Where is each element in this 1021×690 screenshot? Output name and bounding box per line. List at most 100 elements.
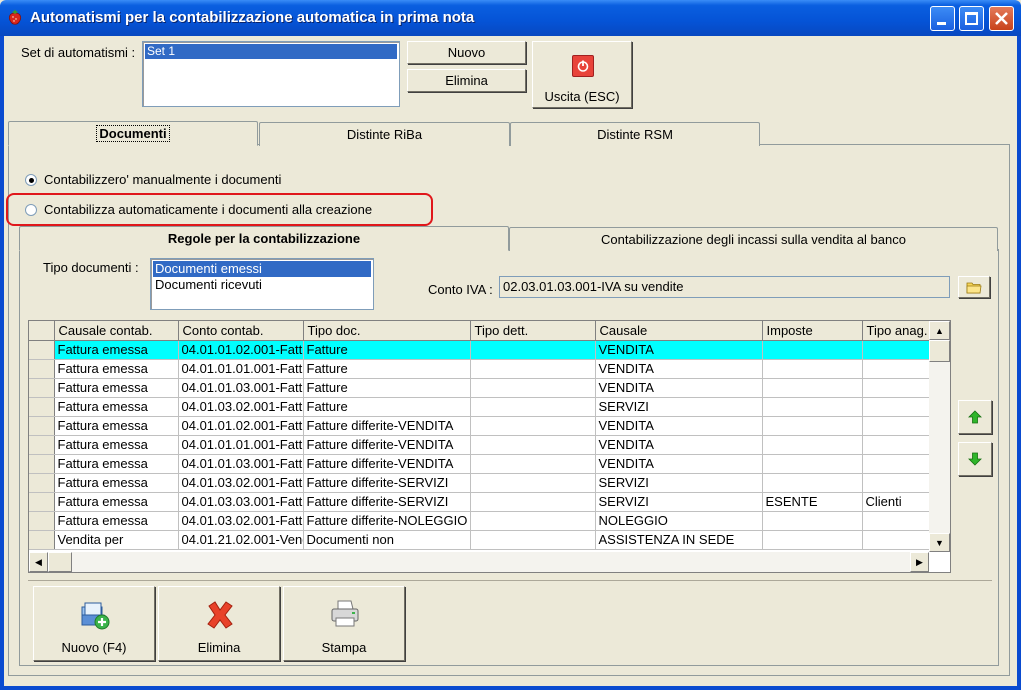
grid-header-cell[interactable]: Causale contab. [54, 321, 179, 341]
table-cell[interactable]: Fattura emessa [54, 397, 179, 417]
table-cell[interactable]: ASSISTENZA IN SEDE [595, 530, 763, 550]
table-cell[interactable]: NOLEGGIO [595, 511, 763, 531]
table-cell[interactable] [762, 416, 863, 436]
tab-distinte-riba[interactable]: Distinte RiBa [259, 122, 510, 146]
subtab-rules[interactable]: Regole per la contabilizzazione [19, 226, 509, 251]
table-cell[interactable]: 04.01.01.03.001-Fattu [178, 378, 304, 398]
table-cell[interactable] [762, 473, 863, 493]
tipo-item-ricevuti[interactable]: Documenti ricevuti [153, 277, 371, 293]
table-cell[interactable] [470, 492, 596, 512]
table-cell[interactable]: Fatture differite-SERVIZI [303, 492, 471, 512]
tab-documenti[interactable]: Documenti [8, 121, 258, 146]
table-cell[interactable] [862, 397, 930, 417]
table-cell[interactable]: 04.01.03.02.001-Fattu [178, 473, 304, 493]
scroll-left-arrow-icon[interactable]: ◀ [29, 552, 48, 572]
set-listbox[interactable]: Set 1 [142, 41, 400, 107]
maximize-button[interactable] [959, 6, 984, 31]
table-cell[interactable]: 04.01.03.03.001-Fattu [178, 492, 304, 512]
delete-rule-button[interactable]: Elimina [158, 586, 280, 661]
table-row[interactable]: Fattura emessa 04.01.03.02.001-Fattu Fattu… [29, 397, 930, 417]
row-indicator[interactable] [29, 378, 55, 398]
table-cell[interactable]: 04.01.01.02.001-Fattu [178, 416, 304, 436]
table-cell[interactable]: Fattura emessa [54, 359, 179, 379]
table-cell[interactable] [862, 473, 930, 493]
table-cell[interactable] [762, 511, 863, 531]
row-indicator[interactable] [29, 454, 55, 474]
row-indicator[interactable] [29, 511, 55, 531]
table-cell[interactable]: 04.01.01.01.001-Fattu [178, 435, 304, 455]
table-cell[interactable] [862, 359, 930, 379]
grid-header-cell[interactable]: Tipo anag. [862, 321, 930, 341]
table-cell[interactable]: Fatture differite-SERVIZI [303, 473, 471, 493]
table-cell[interactable]: 04.01.03.02.001-Fattu [178, 397, 304, 417]
table-cell[interactable] [470, 473, 596, 493]
table-cell[interactable]: Fatture differite-VENDITA [303, 454, 471, 474]
new-rule-button[interactable]: Nuovo (F4) [33, 586, 155, 661]
table-cell[interactable] [470, 378, 596, 398]
table-cell[interactable]: SERVIZI [595, 397, 763, 417]
set-item-1[interactable]: Set 1 [145, 44, 397, 59]
table-cell[interactable] [762, 340, 863, 360]
move-up-button[interactable] [958, 400, 992, 434]
table-row[interactable]: Fattura emessa 04.01.01.01.001-Fattu Fattu… [29, 435, 930, 455]
table-cell[interactable]: VENDITA [595, 340, 763, 360]
grid-header-cell[interactable]: Causale [595, 321, 763, 341]
row-indicator[interactable] [29, 530, 55, 550]
grid-header-cell[interactable]: Tipo dett. [470, 321, 596, 341]
subtab-incassi[interactable]: Contabilizzazione degli incassi sulla ve… [509, 227, 998, 251]
table-cell[interactable] [862, 530, 930, 550]
tipo-documenti-listbox[interactable]: Documenti emessi Documenti ricevuti [150, 258, 374, 310]
table-cell[interactable] [862, 454, 930, 474]
table-cell[interactable]: SERVIZI [595, 473, 763, 493]
table-cell[interactable] [470, 359, 596, 379]
row-indicator[interactable] [29, 492, 55, 512]
exit-button[interactable]: Uscita (ESC) [532, 41, 632, 108]
grid-header-cell[interactable]: Imposte [762, 321, 863, 341]
table-row[interactable]: Fattura emessa 04.01.01.01.001-Fattu Fattu… [29, 359, 930, 379]
grid-header-cell[interactable]: Tipo doc. [303, 321, 471, 341]
table-row[interactable]: Fattura emessa 04.01.01.03.001-Fattu Fattu… [29, 378, 930, 398]
table-cell[interactable]: Fattura emessa [54, 454, 179, 474]
conto-iva-browse-button[interactable] [958, 276, 990, 298]
table-cell[interactable]: Vendita per [54, 530, 179, 550]
conto-iva-field[interactable]: 02.03.01.03.001-IVA su vendite [499, 276, 950, 298]
table-cell[interactable]: Fattura emessa [54, 378, 179, 398]
scroll-vertical-thumb[interactable] [929, 340, 950, 362]
rules-grid[interactable]: Causale contab. Conto contab. Tipo doc. … [28, 320, 951, 573]
scroll-down-arrow-icon[interactable]: ▼ [929, 533, 950, 552]
table-row[interactable]: Fattura emessa 04.01.01.02.001-Fattu Fattu… [29, 416, 930, 436]
table-cell[interactable]: Fatture [303, 340, 471, 360]
table-cell[interactable] [470, 530, 596, 550]
table-cell[interactable] [762, 530, 863, 550]
table-cell[interactable] [762, 378, 863, 398]
scroll-horizontal-thumb[interactable] [48, 552, 72, 572]
table-cell[interactable]: Fatture [303, 378, 471, 398]
table-cell[interactable]: Fatture differite-VENDITA [303, 416, 471, 436]
table-cell[interactable]: Fattura emessa [54, 416, 179, 436]
row-indicator[interactable] [29, 397, 55, 417]
table-row[interactable]: Fattura emessa 04.01.01.03.001-Fattu Fattu… [29, 454, 930, 474]
table-cell[interactable]: Fatture differite-VENDITA [303, 435, 471, 455]
table-cell[interactable] [470, 511, 596, 531]
table-cell[interactable] [470, 397, 596, 417]
scroll-up-arrow-icon[interactable]: ▲ [929, 321, 950, 340]
delete-set-button[interactable]: Elimina [407, 69, 526, 92]
tipo-item-emessi[interactable]: Documenti emessi [153, 261, 371, 277]
table-cell[interactable]: Fatture [303, 397, 471, 417]
table-cell[interactable]: VENDITA [595, 359, 763, 379]
table-row[interactable]: Vendita per 04.01.21.02.001-Vend Documenti… [29, 530, 930, 550]
table-cell[interactable] [470, 435, 596, 455]
table-cell[interactable] [762, 359, 863, 379]
table-cell[interactable] [762, 397, 863, 417]
table-cell[interactable]: Documenti non [303, 530, 471, 550]
table-row[interactable]: Fattura emessa 04.01.03.03.001-Fattu Fattu… [29, 492, 930, 512]
close-button[interactable] [989, 6, 1014, 31]
table-cell[interactable]: VENDITA [595, 435, 763, 455]
row-indicator[interactable] [29, 359, 55, 379]
grid-vertical-scrollbar[interactable]: ▲ ▼ [929, 321, 950, 552]
table-cell[interactable]: SERVIZI [595, 492, 763, 512]
table-cell[interactable] [862, 416, 930, 436]
tab-distinte-rsm[interactable]: Distinte RSM [510, 122, 760, 146]
table-cell[interactable] [470, 416, 596, 436]
table-cell[interactable] [470, 454, 596, 474]
